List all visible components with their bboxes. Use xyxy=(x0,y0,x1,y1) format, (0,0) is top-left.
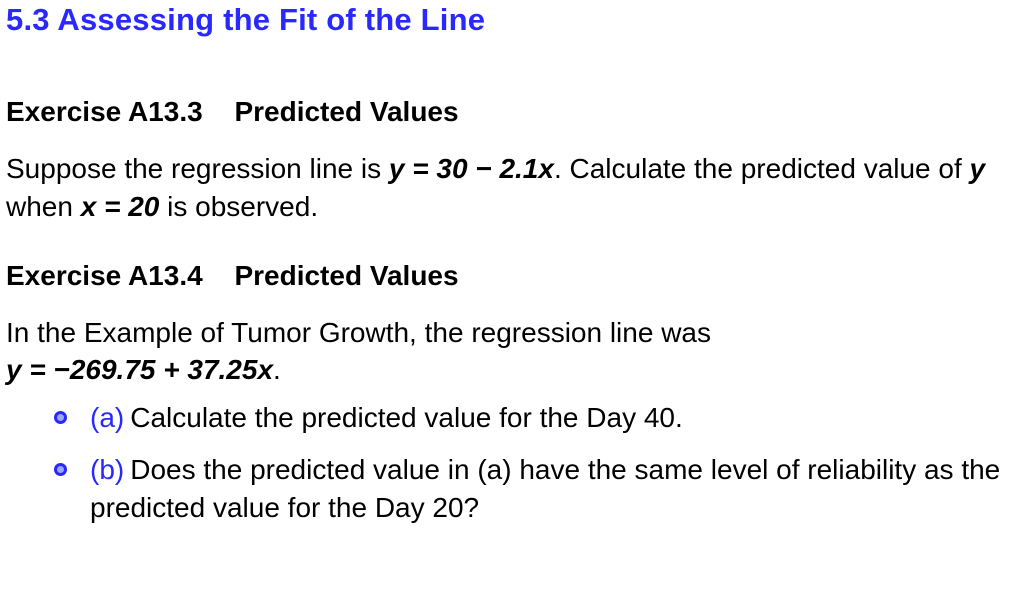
list-item: (b)Does the predicted value in (a) have … xyxy=(54,451,1018,527)
exercise-label: Exercise A13.4 xyxy=(6,260,203,291)
text: is observed. xyxy=(159,191,318,222)
text: . xyxy=(273,354,281,385)
text: when xyxy=(6,191,81,222)
regression-equation: y = 30 − 2.1x xyxy=(389,153,554,184)
text: . Calculate the predicted value of xyxy=(554,153,970,184)
part-text: Calculate the predicted value for the Da… xyxy=(130,402,683,433)
exercise-a134-parts: (a)Calculate the predicted value for the… xyxy=(6,399,1018,526)
condition-x: x = 20 xyxy=(81,191,160,222)
text: Suppose the regression line is xyxy=(6,153,389,184)
variable-y: y xyxy=(970,153,986,184)
list-item: (a)Calculate the predicted value for the… xyxy=(54,399,1018,437)
section-title: Assessing the Fit of the Line xyxy=(57,2,485,37)
bullet-icon xyxy=(54,463,67,476)
text: In the Example of Tumor Growth, the regr… xyxy=(6,317,711,348)
exercise-heading-a133: Exercise A13.3 Predicted Values xyxy=(6,96,1018,128)
section-heading: 5.3 Assessing the Fit of the Line xyxy=(6,2,1018,38)
section-number: 5.3 xyxy=(6,2,50,37)
exercise-title: Predicted Values xyxy=(234,260,458,291)
part-label-b: (b) xyxy=(90,454,124,485)
exercise-heading-a134: Exercise A13.4 Predicted Values xyxy=(6,260,1018,292)
exercise-label: Exercise A13.3 xyxy=(6,96,203,127)
exercise-a133-body: Suppose the regression line is y = 30 − … xyxy=(6,150,1018,226)
exercise-a134-body: In the Example of Tumor Growth, the regr… xyxy=(6,314,1018,390)
part-label-a: (a) xyxy=(90,402,124,433)
part-text: Does the predicted value in (a) have the… xyxy=(90,454,1000,523)
exercise-title: Predicted Values xyxy=(234,96,458,127)
regression-equation: y = −269.75 + 37.25x xyxy=(6,354,273,385)
bullet-icon xyxy=(54,411,67,424)
